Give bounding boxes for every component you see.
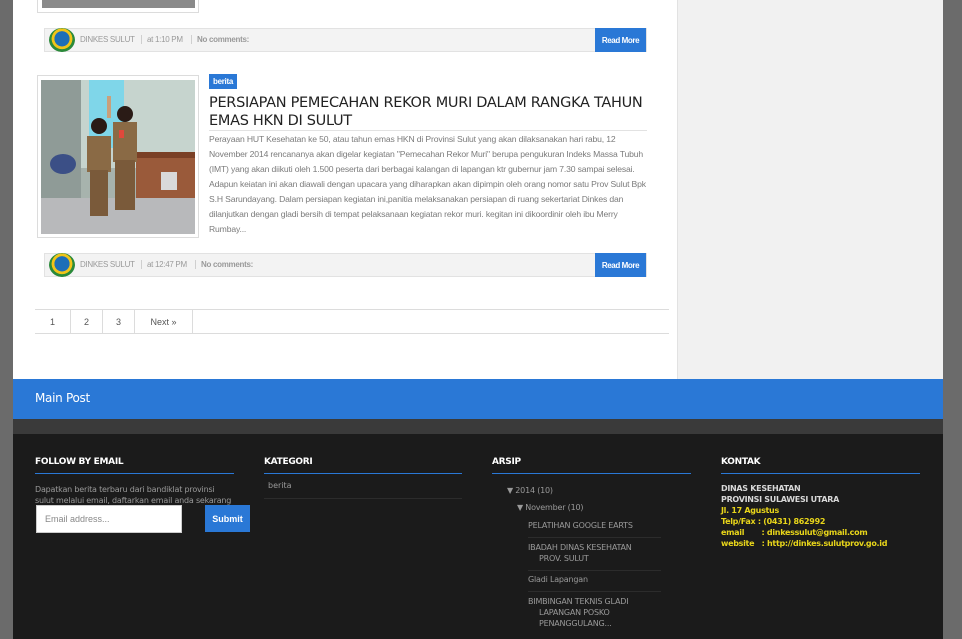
post-excerpt: Perayaan HUT Kesehatan ke 50, atau tahun… xyxy=(209,134,646,234)
post-time[interactable]: at 12:47 PM xyxy=(141,260,187,269)
footer: FOLLOW BY EMAIL Dapatkan berita terbaru … xyxy=(13,434,943,639)
page-link-1[interactable]: 1 xyxy=(35,310,71,333)
kontak-widget: KONTAK DINAS KESEHATAN PROVINSI SULAWESI… xyxy=(721,434,920,549)
previous-post-thumbnail[interactable] xyxy=(37,0,199,13)
post-comments-link[interactable]: No comments: xyxy=(191,35,249,44)
arsip-post-title: PELATIHAN GOOGLE EARTS xyxy=(528,521,633,530)
kontak-heading: KONTAK xyxy=(721,434,920,474)
submit-button[interactable]: Submit xyxy=(205,505,250,532)
post-thumbnail[interactable] xyxy=(37,75,199,238)
page-link-2[interactable]: 2 xyxy=(71,310,103,333)
post-time[interactable]: at 1:10 PM xyxy=(141,35,183,44)
post-comments-link[interactable]: No comments: xyxy=(195,260,253,269)
read-more-button[interactable]: Read More xyxy=(595,253,646,277)
email-field[interactable]: Email address... xyxy=(36,505,182,533)
arsip-month-row: ▼ November (10) xyxy=(517,503,583,512)
kategori-widget: KATEGORI berita xyxy=(264,434,462,499)
post-title[interactable]: PERSIAPAN PEMECAHAN REKOR MURI DALAM RAN… xyxy=(209,94,649,130)
footer-separator xyxy=(13,419,943,434)
kontak-details: DINAS KESEHATAN PROVINSI SULAWESI UTARA … xyxy=(721,483,920,549)
arsip-post-link[interactable]: Gladi Lapangan xyxy=(528,574,661,592)
arsip-year-link[interactable]: 2014 xyxy=(515,486,535,495)
post-photo xyxy=(41,80,195,234)
sidebar xyxy=(677,0,943,379)
arsip-post-title-cont: PENANGGULANG... xyxy=(539,619,612,628)
post-meta-bar: DINKES SULUT at 1:10 PM No comments: Rea… xyxy=(44,28,647,52)
previous-post-image xyxy=(42,0,195,8)
expand-triangle-icon[interactable]: ▼ xyxy=(507,486,513,495)
pagination: 1 2 3 Next » xyxy=(35,309,669,334)
arsip-post-link[interactable]: IBADAH DINAS KESEHATAN PROV. SULUT xyxy=(528,542,661,571)
arsip-year-row: ▼ 2014 (10) xyxy=(507,486,553,495)
arsip-month-count: (10) xyxy=(567,503,584,512)
arsip-post-link[interactable]: PELATIHAN GOOGLE EARTS xyxy=(528,520,661,538)
arsip-post-title-cont: LAPANGAN POSKO xyxy=(539,608,610,617)
read-more-button[interactable]: Read More xyxy=(595,28,646,52)
kontak-phone: Telp/Fax : (0431) 862992 xyxy=(721,517,826,526)
next-page-link[interactable]: Next » xyxy=(135,310,193,333)
author-avatar xyxy=(49,28,75,52)
arsip-post-title: Gladi Lapangan xyxy=(528,575,588,584)
arsip-post-title-cont: PROV. SULUT xyxy=(539,554,589,563)
arsip-post-link[interactable]: BIMBINGAN TEKNIS GLADI LAPANGAN POSKO PE… xyxy=(528,596,661,635)
kontak-org: DINAS KESEHATAN xyxy=(721,484,801,493)
post-author[interactable]: DINKES SULUT xyxy=(80,35,135,44)
author-avatar xyxy=(49,253,75,277)
arsip-year-count: (10) xyxy=(537,486,553,495)
kontak-website: website : http://dinkes.sulutprov.go.id xyxy=(721,539,888,548)
arsip-widget: ARSIP ▼ 2014 (10) ▼ November (10) PELATI… xyxy=(492,434,691,639)
kontak-email: email : dinkessulut@gmail.com xyxy=(721,528,868,537)
arsip-month-link[interactable]: November xyxy=(525,503,565,512)
kontak-org: PROVINSI SULAWESI UTARA xyxy=(721,495,839,504)
post-meta-bar: DINKES SULUT at 12:47 PM No comments: Re… xyxy=(44,253,647,277)
kategori-heading: KATEGORI xyxy=(264,434,462,474)
follow-by-email-widget: FOLLOW BY EMAIL Dapatkan berita terbaru … xyxy=(35,434,250,554)
follow-heading: FOLLOW BY EMAIL xyxy=(35,434,234,474)
main-post-bar: Main Post xyxy=(13,379,943,419)
kategori-item[interactable]: berita xyxy=(264,474,462,499)
main-post-link[interactable]: Main Post xyxy=(35,391,90,405)
arsip-post-title: IBADAH DINAS KESEHATAN xyxy=(528,543,632,552)
post-label-badge[interactable]: berita xyxy=(209,74,237,89)
page-link-3[interactable]: 3 xyxy=(103,310,135,333)
follow-description: Dapatkan berita terbaru dari bandiklat p… xyxy=(35,485,232,505)
arsip-post-title: BIMBINGAN TEKNIS GLADI xyxy=(528,597,629,606)
arsip-heading: ARSIP xyxy=(492,434,691,474)
post-author[interactable]: DINKES SULUT xyxy=(80,260,135,269)
title-divider xyxy=(209,130,647,131)
expand-triangle-icon[interactable]: ▼ xyxy=(517,503,523,512)
kontak-address: Jl. 17 Agustus xyxy=(721,506,779,515)
